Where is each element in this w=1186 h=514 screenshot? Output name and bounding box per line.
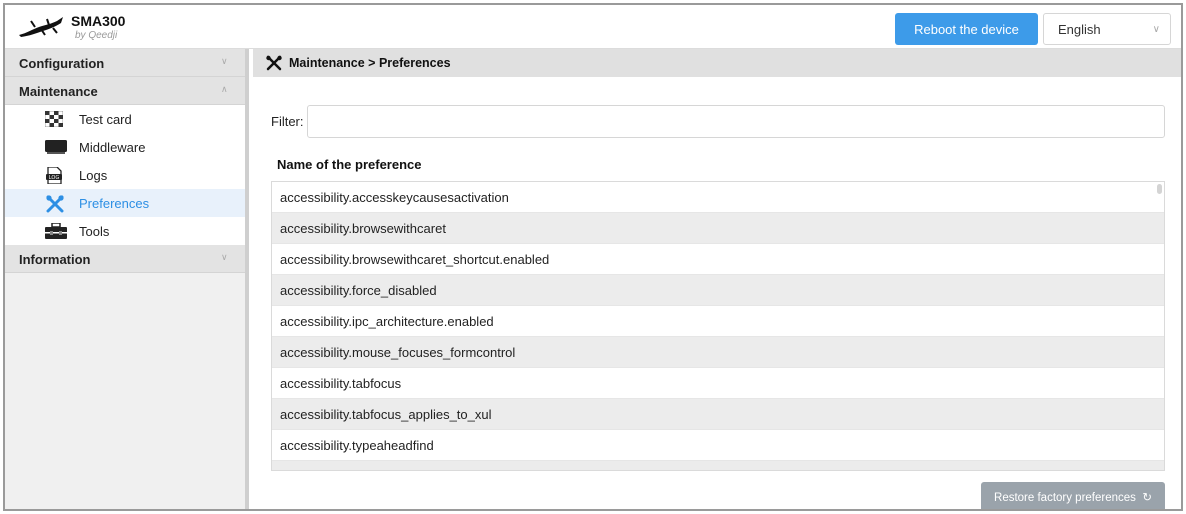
- sidebar-item-logs[interactable]: LOG Logs: [5, 161, 245, 189]
- scrollbar[interactable]: [1157, 184, 1162, 194]
- table-row[interactable]: accessibility.browsewithcaret_shortcut.e…: [272, 244, 1164, 275]
- restore-factory-preferences-button[interactable]: Restore factory preferences ↻: [981, 482, 1165, 509]
- sidebar-section-configuration[interactable]: Configuration ∨: [5, 49, 245, 77]
- chevron-down-icon: ∨: [1152, 24, 1160, 35]
- tools-cross-icon: [265, 55, 283, 74]
- sidebar-item-label: Tools: [79, 224, 110, 239]
- logo: SMA300 by Qeedji: [17, 11, 137, 45]
- log-file-icon: LOG: [45, 166, 65, 185]
- table-row[interactable]: accessibility.ipc_architecture.enabled: [272, 306, 1164, 337]
- sidebar-item-label: Middleware: [79, 140, 146, 155]
- chevron-up-icon: ∧: [221, 84, 228, 94]
- table-row[interactable]: accessibility.accesskeycausesactivation: [272, 182, 1164, 213]
- sidebar-item-label: Logs: [79, 168, 108, 183]
- sidebar-item-middleware[interactable]: Middleware: [5, 133, 245, 161]
- table-row[interactable]: accessibility.force_disabled: [272, 275, 1164, 306]
- language-select[interactable]: English ∨: [1043, 13, 1171, 45]
- sidebar-section-label: Maintenance: [19, 84, 98, 99]
- svg-text:LOG: LOG: [49, 175, 60, 181]
- table-row[interactable]: accessibility.mouse_focuses_formcontrol: [272, 337, 1164, 368]
- sidebar-item-test-card[interactable]: Test card: [5, 105, 245, 133]
- table-row[interactable]: accessibility.typeaheadfind: [272, 430, 1164, 461]
- sidebar-section-label: Information: [19, 252, 91, 267]
- preferences-table[interactable]: accessibility.accesskeycausesactivation …: [271, 181, 1165, 471]
- top-header: SMA300 by Qeedji Reboot the device Engli…: [5, 5, 1181, 49]
- refresh-icon: ↻: [1139, 492, 1152, 504]
- restore-label: Restore factory preferences: [994, 492, 1136, 504]
- chevron-down-icon: ∨: [221, 56, 228, 66]
- toolbox-icon: [45, 222, 67, 239]
- filter-input[interactable]: [307, 105, 1165, 138]
- app-subtitle: by Qeedji: [75, 30, 118, 41]
- filter-label: Filter:: [271, 114, 304, 129]
- maintenance-items: Test card Middleware LOG Logs Preference…: [5, 105, 245, 245]
- monitor-icon: [45, 139, 67, 155]
- language-value: English: [1058, 22, 1101, 37]
- lizard-logo-icon: [19, 17, 63, 37]
- reboot-button[interactable]: Reboot the device: [895, 13, 1038, 45]
- chevron-down-icon: ∨: [221, 252, 228, 262]
- sidebar-section-maintenance[interactable]: Maintenance ∧: [5, 77, 245, 105]
- table-row[interactable]: accessibility.tabfocus_applies_to_xul: [272, 399, 1164, 430]
- sidebar-section-information[interactable]: Information ∨: [5, 245, 245, 273]
- sidebar-item-label: Test card: [79, 112, 132, 127]
- breadcrumb: Maintenance > Preferences: [253, 49, 1181, 77]
- main-content: Maintenance > Preferences Filter: Name o…: [253, 49, 1181, 509]
- sidebar-item-preferences[interactable]: Preferences: [5, 189, 245, 217]
- page-title: Maintenance > Preferences: [289, 56, 451, 70]
- sidebar-section-label: Configuration: [19, 56, 105, 71]
- sidebar-item-label: Preferences: [79, 196, 150, 211]
- table-row[interactable]: accessibility.tabfocus: [272, 368, 1164, 399]
- sidebar: Configuration ∨ Maintenance ∧ Test card: [5, 49, 249, 509]
- sidebar-item-tools[interactable]: Tools: [5, 217, 245, 245]
- app-window: SMA300 by Qeedji Reboot the device Engli…: [3, 3, 1183, 511]
- checkerboard-icon: [44, 110, 65, 128]
- app-name: SMA300: [71, 13, 126, 29]
- column-header: Name of the preference: [277, 157, 422, 172]
- tools-cross-icon: [45, 195, 65, 213]
- table-row[interactable]: accessibility.browsewithcaret: [272, 213, 1164, 244]
- table-row-partial[interactable]: [272, 461, 1164, 470]
